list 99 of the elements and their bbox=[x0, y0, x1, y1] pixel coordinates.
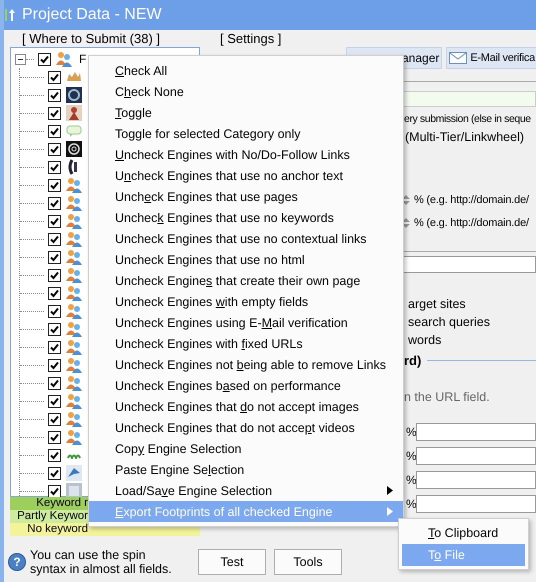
people-icon bbox=[65, 393, 83, 409]
envelope-icon bbox=[449, 52, 468, 64]
checkbox[interactable] bbox=[48, 286, 61, 300]
checkbox[interactable] bbox=[48, 232, 61, 246]
option-label: words bbox=[408, 332, 442, 349]
option-label: search queries bbox=[408, 314, 491, 331]
help-icon: ? bbox=[8, 553, 26, 571]
people-icon bbox=[65, 339, 83, 355]
section-heading: rd) bbox=[404, 353, 422, 368]
footer-button[interactable]: Tools bbox=[274, 549, 342, 575]
percent-label: % bbox=[406, 449, 416, 463]
menu-item[interactable]: Check All bbox=[89, 60, 403, 81]
disc-icon bbox=[65, 87, 83, 103]
text-field[interactable] bbox=[416, 447, 536, 465]
people-icon bbox=[65, 321, 83, 337]
speech-bubble-icon bbox=[65, 123, 83, 139]
menu-item[interactable]: Uncheck Engines with No/Do-Follow Links bbox=[89, 144, 403, 165]
checkbox[interactable] bbox=[48, 250, 61, 264]
menu-item[interactable]: Uncheck Engines that use no contextual links bbox=[89, 228, 403, 249]
menu-item[interactable]: Toggle bbox=[89, 102, 403, 123]
checkbox[interactable] bbox=[48, 142, 61, 156]
people-icon bbox=[65, 411, 83, 427]
menu-item[interactable]: Uncheck Engines that use no anchor text bbox=[89, 165, 403, 186]
at-sign-icon bbox=[65, 141, 83, 157]
percent-label: % (e.g. http://domain.de/ bbox=[414, 217, 529, 229]
menu-item[interactable]: Uncheck Engines that create their own page bbox=[89, 270, 403, 291]
checkbox[interactable] bbox=[48, 412, 61, 426]
spin-arrows-icon[interactable] bbox=[402, 194, 410, 206]
app-icon bbox=[4, 7, 16, 23]
menu-item[interactable]: Uncheck Engines that use pages bbox=[89, 186, 403, 207]
spin-arrows-icon[interactable] bbox=[402, 217, 410, 229]
percent-label: % bbox=[406, 425, 416, 439]
percent-label: % bbox=[406, 473, 416, 487]
option-label: (Multi-Tier/Linkwheel) bbox=[405, 130, 526, 144]
group-title: [ Where to Submit (38) ] bbox=[21, 30, 161, 47]
checkbox[interactable] bbox=[48, 70, 61, 84]
people-icon bbox=[65, 195, 83, 211]
checkbox[interactable] bbox=[48, 124, 61, 138]
people-icon bbox=[65, 357, 83, 373]
text-field[interactable] bbox=[416, 423, 536, 441]
people-icon bbox=[65, 177, 83, 193]
menu-item[interactable]: Uncheck Engines with fixed URLs bbox=[89, 333, 403, 354]
window-title: Project Data - NEW bbox=[22, 6, 162, 24]
hint-text: n the URL field. bbox=[404, 390, 491, 404]
menu-item[interactable]: Uncheck Engines that use no keywords bbox=[89, 207, 403, 228]
people-icon bbox=[65, 429, 83, 445]
checkbox[interactable] bbox=[48, 268, 61, 282]
checkbox[interactable] bbox=[48, 358, 61, 372]
checkbox[interactable] bbox=[48, 106, 61, 120]
tree-item-label[interactable]: F bbox=[79, 52, 86, 66]
group-title: [ Settings ] bbox=[219, 30, 282, 47]
checkbox[interactable] bbox=[48, 178, 61, 192]
menu-item[interactable]: Uncheck Engines with empty fields bbox=[89, 291, 403, 312]
people-icon bbox=[55, 51, 73, 67]
checkbox[interactable] bbox=[48, 376, 61, 390]
collapse-icon[interactable] bbox=[15, 54, 26, 64]
wave-icon bbox=[67, 452, 81, 458]
menu-item[interactable]: Uncheck Engines that do not accept images bbox=[89, 396, 403, 417]
checkbox[interactable] bbox=[48, 394, 61, 408]
tab[interactable]: E-Mail verifica bbox=[446, 47, 536, 69]
people-icon bbox=[65, 231, 83, 247]
checkbox[interactable] bbox=[48, 160, 61, 174]
menu-item[interactable]: Check None bbox=[89, 81, 403, 102]
menu-item[interactable]: To Clipboard bbox=[402, 522, 525, 544]
checkbox[interactable] bbox=[48, 304, 61, 318]
checkbox[interactable] bbox=[48, 322, 61, 336]
menu-item[interactable]: Uncheck Engines that do not accept videos bbox=[89, 417, 403, 438]
people-icon bbox=[65, 303, 83, 319]
people-icon bbox=[65, 375, 83, 391]
text-field[interactable] bbox=[416, 471, 536, 489]
people-icon bbox=[65, 213, 83, 229]
people-icon bbox=[65, 285, 83, 301]
checkbox[interactable] bbox=[48, 466, 61, 480]
help-text: You can use the spin syntax in almost all fields. bbox=[30, 548, 173, 576]
checkbox[interactable] bbox=[48, 214, 61, 228]
percent-label: % (e.g. http://domain.de/ bbox=[414, 194, 529, 206]
checkbox[interactable] bbox=[48, 196, 61, 210]
checkbox[interactable] bbox=[48, 448, 61, 462]
percent-label: % bbox=[406, 497, 416, 511]
people-icon bbox=[65, 249, 83, 265]
menu-item[interactable]: Uncheck Engines that use no html bbox=[89, 249, 403, 270]
menu-item[interactable]: Paste Engine Selection bbox=[89, 459, 403, 480]
option-label: arget sites bbox=[408, 296, 467, 313]
checkbox[interactable] bbox=[48, 484, 61, 498]
checkbox[interactable] bbox=[38, 52, 51, 66]
menu-item[interactable]: Toggle for selected Category only bbox=[89, 123, 403, 144]
checkbox[interactable] bbox=[48, 430, 61, 444]
checkbox[interactable] bbox=[48, 340, 61, 354]
figure-icon bbox=[65, 105, 83, 121]
menu-item[interactable]: Uncheck Engines using E-Mail verification bbox=[89, 312, 403, 333]
footer-button[interactable]: Test bbox=[198, 549, 266, 575]
text-field[interactable] bbox=[416, 495, 536, 513]
people-icon bbox=[65, 267, 83, 283]
checkbox[interactable] bbox=[48, 88, 61, 102]
menu-item[interactable]: Copy Engine Selection bbox=[89, 438, 403, 459]
menu-item[interactable]: Uncheck Engines based on performance bbox=[89, 375, 403, 396]
option-label: ery submission (else in seque bbox=[404, 113, 532, 125]
bird-icon bbox=[65, 465, 83, 481]
menu-item[interactable]: Uncheck Engines not being able to remove Links bbox=[89, 354, 403, 375]
